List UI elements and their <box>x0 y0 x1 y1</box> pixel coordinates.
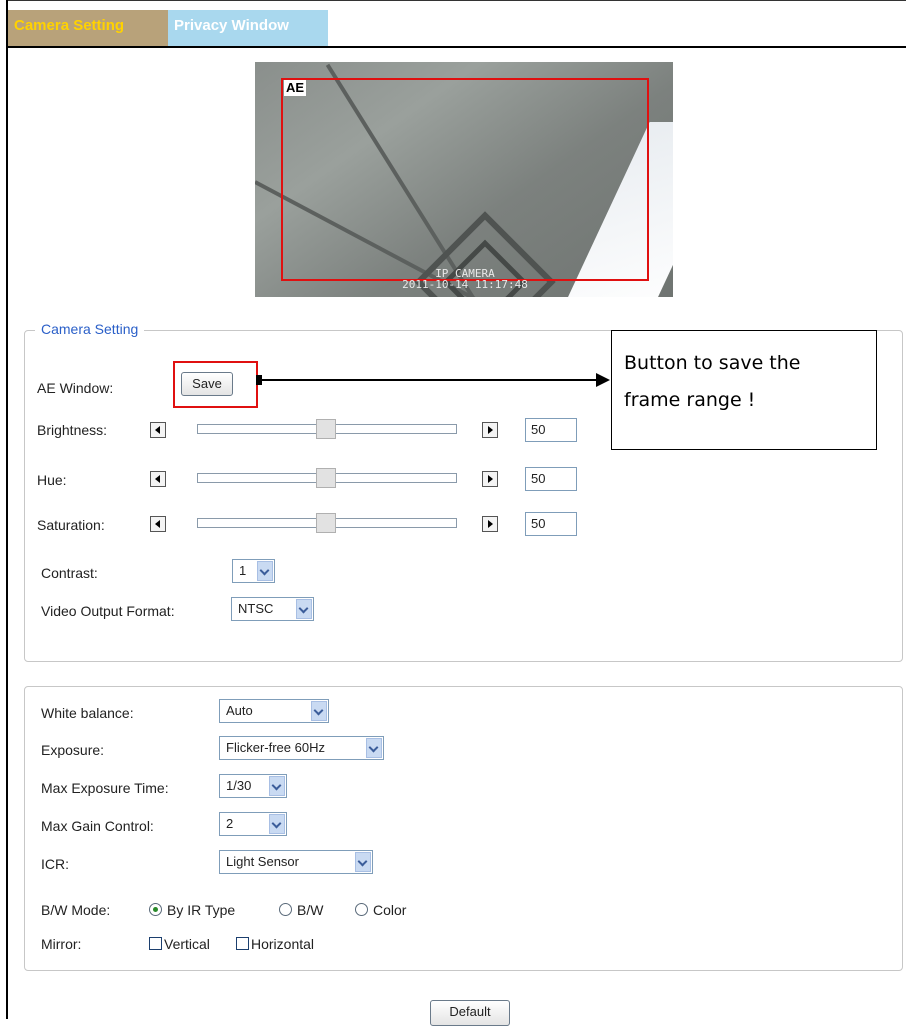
hue-decrease-button[interactable] <box>150 471 166 487</box>
mirror-label: Mirror: <box>41 936 82 952</box>
brightness-slider-thumb[interactable] <box>316 419 336 439</box>
annotation-line-2: frame range ! <box>624 389 756 411</box>
hue-slider-thumb[interactable] <box>316 468 336 488</box>
video-output-format-value: NTSC <box>238 601 274 616</box>
annotation-arrow-line <box>258 379 598 381</box>
saturation-slider[interactable] <box>197 513 457 533</box>
white-balance-value: Auto <box>226 703 253 718</box>
chevron-down-icon <box>257 561 273 581</box>
left-border <box>6 0 8 1019</box>
hue-value-input[interactable]: 50 <box>525 467 577 491</box>
bw-mode-color-label: Color <box>373 902 407 918</box>
brightness-slider[interactable] <box>197 419 457 439</box>
ae-window-label: AE <box>284 80 307 96</box>
saturation-increase-button[interactable] <box>482 516 498 532</box>
ae-window-frame[interactable] <box>281 78 649 281</box>
saturation-value-input[interactable]: 50 <box>525 512 577 536</box>
exposure-value: Flicker-free 60Hz <box>226 740 325 755</box>
right-arrow-icon <box>488 475 493 483</box>
annotation-line-1: Button to save the <box>624 352 801 374</box>
max-gain-control-value: 2 <box>226 816 234 831</box>
max-exposure-time-select[interactable]: 1/30 <box>219 774 287 798</box>
default-button[interactable]: Default <box>430 1000 510 1026</box>
chevron-down-icon <box>269 776 285 796</box>
saturation-decrease-button[interactable] <box>150 516 166 532</box>
brightness-increase-button[interactable] <box>482 422 498 438</box>
contrast-label: Contrast: <box>41 565 98 581</box>
brightness-value-input[interactable]: 50 <box>525 418 577 442</box>
mirror-horizontal-checkbox[interactable] <box>236 937 249 950</box>
hue-label: Hue: <box>37 472 67 488</box>
mirror-horizontal-label: Horizontal <box>251 936 315 952</box>
page: Camera Setting Privacy Window AE IP CAME… <box>0 0 906 1026</box>
right-arrow-icon <box>488 520 493 528</box>
osd-timestamp: 2011-10-14 11:17:48 <box>402 278 528 291</box>
annotation-callout: Button to save the frame range ! <box>611 330 877 450</box>
save-button[interactable]: Save <box>181 372 233 396</box>
chevron-down-icon <box>269 814 285 834</box>
mirror-vertical-label: Vertical <box>164 936 210 952</box>
max-exposure-time-value: 1/30 <box>226 778 252 793</box>
max-gain-control-label: Max Gain Control: <box>41 818 154 834</box>
left-arrow-icon <box>155 475 160 483</box>
chevron-down-icon <box>355 852 371 872</box>
white-balance-select[interactable]: Auto <box>219 699 329 723</box>
tab-underline <box>8 46 906 48</box>
exposure-select[interactable]: Flicker-free 60Hz <box>219 736 384 760</box>
bw-mode-bw-radio[interactable] <box>279 903 292 916</box>
mirror-vertical-checkbox[interactable] <box>149 937 162 950</box>
top-border <box>6 0 906 1</box>
camera-preview[interactable]: AE IP CAMERA 2011-10-14 11:17:48 <box>255 62 673 297</box>
bw-mode-by-ir-type-radio[interactable] <box>149 903 162 916</box>
brightness-decrease-button[interactable] <box>150 422 166 438</box>
ae-window-label-text: AE Window: <box>37 380 114 396</box>
left-arrow-icon <box>155 520 160 528</box>
video-osd: IP CAMERA 2011-10-14 11:17:48 <box>355 268 575 290</box>
video-output-format-label: Video Output Format: <box>41 603 175 619</box>
icr-value: Light Sensor <box>226 854 299 869</box>
tab-camera-setting[interactable]: Camera Setting <box>8 10 168 46</box>
brightness-label: Brightness: <box>37 422 108 438</box>
max-gain-control-select[interactable]: 2 <box>219 812 287 836</box>
contrast-value: 1 <box>239 563 247 578</box>
exposure-label: Exposure: <box>41 742 105 758</box>
camera-setting-legend: Camera Setting <box>35 321 145 337</box>
annotation-arrow-head <box>596 373 610 387</box>
white-balance-label: White balance: <box>41 705 134 721</box>
max-exposure-time-label: Max Exposure Time: <box>41 780 169 796</box>
left-arrow-icon <box>155 426 160 434</box>
chevron-down-icon <box>366 738 382 758</box>
chevron-down-icon <box>311 701 327 721</box>
hue-slider[interactable] <box>197 468 457 488</box>
saturation-slider-thumb[interactable] <box>316 513 336 533</box>
contrast-select[interactable]: 1 <box>232 559 275 583</box>
tab-privacy-window[interactable]: Privacy Window <box>168 10 328 46</box>
advanced-setting-group <box>24 686 903 971</box>
chevron-down-icon <box>296 599 312 619</box>
icr-label: ICR: <box>41 856 69 872</box>
icr-select[interactable]: Light Sensor <box>219 850 373 874</box>
saturation-label: Saturation: <box>37 517 105 533</box>
bw-mode-label: B/W Mode: <box>41 902 111 918</box>
bw-mode-bw-label: B/W <box>297 902 324 918</box>
hue-increase-button[interactable] <box>482 471 498 487</box>
bw-mode-color-radio[interactable] <box>355 903 368 916</box>
right-arrow-icon <box>488 426 493 434</box>
video-output-format-select[interactable]: NTSC <box>231 597 314 621</box>
tab-bar: Camera Setting Privacy Window <box>8 10 328 46</box>
bw-mode-by-ir-type-label: By IR Type <box>167 902 236 918</box>
